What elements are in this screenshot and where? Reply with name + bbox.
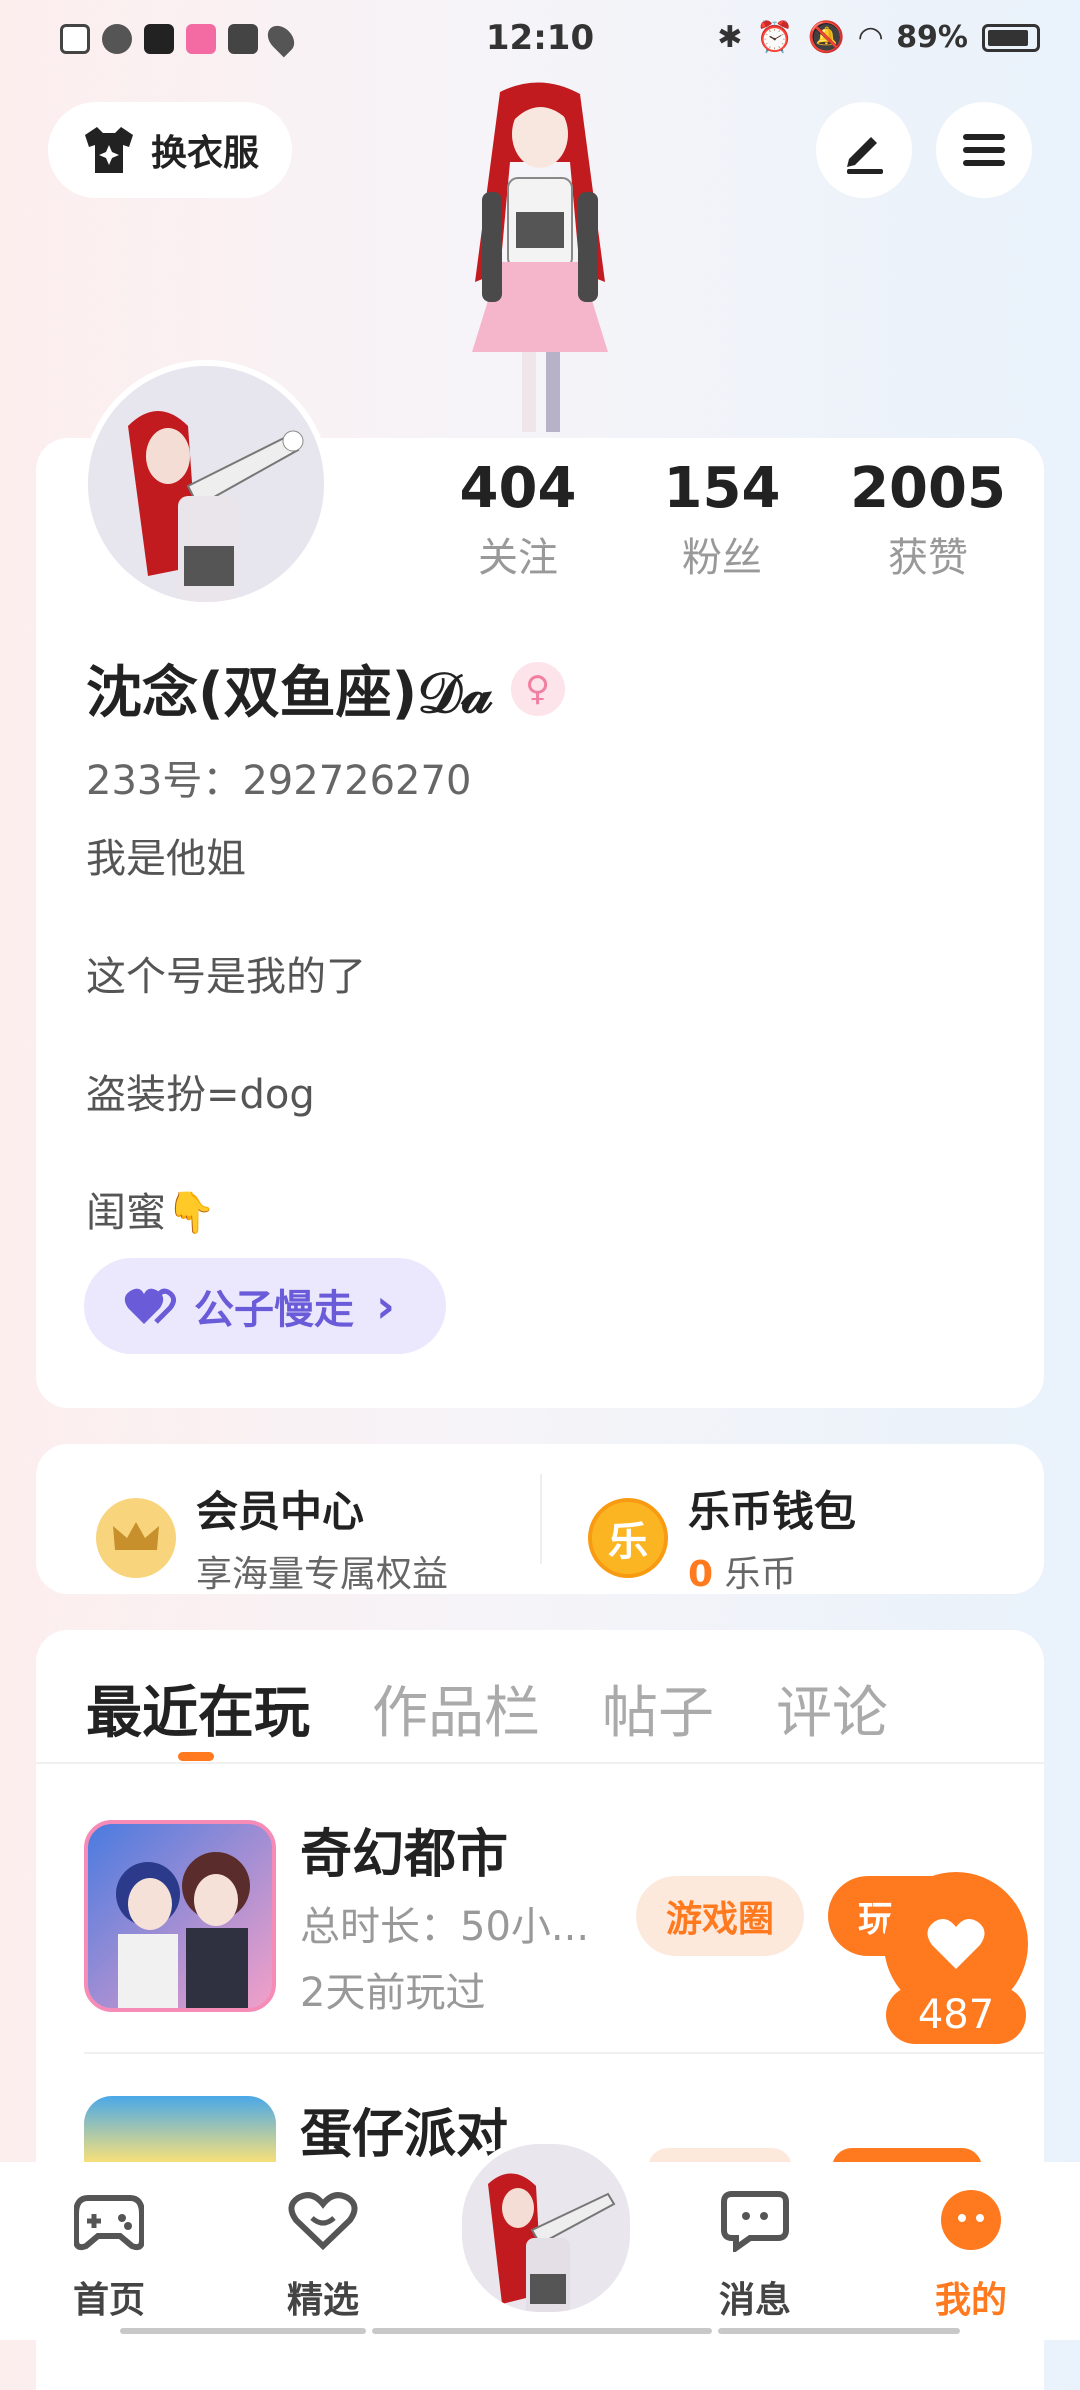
nav-messages[interactable]: 消息 [690, 2190, 820, 2323]
game-duration: 总时长：50小... [300, 1904, 590, 1950]
game-icon[interactable] [84, 1820, 276, 2012]
nav-home[interactable]: 首页 [44, 2190, 174, 2323]
profile-face-icon [941, 2190, 1001, 2250]
nav-me[interactable]: 我的 [906, 2190, 1036, 2323]
relationship-tag[interactable]: 公子慢走 › [84, 1258, 446, 1354]
wallet-amount: 0 [688, 1554, 714, 1595]
coin-wallet[interactable]: 乐 乐币钱包 0 乐币 [588, 1478, 856, 1597]
member-center-subtitle: 享海量专属权益 [196, 1554, 449, 1595]
tab-recent-play[interactable]: 最近在玩 [86, 1668, 310, 1749]
relationship-tag-label: 公子慢走 [194, 1287, 354, 1333]
change-outfit-button[interactable]: 换衣服 [48, 102, 292, 198]
divider [540, 1474, 542, 1564]
hamburger-icon [963, 127, 1005, 173]
female-gender-icon: ♀ [510, 661, 565, 716]
bio-line: 这个号是我的了 [86, 954, 366, 1000]
wallet-unit: 乐币 [713, 1554, 797, 1595]
wifi-icon: ◠ [859, 20, 883, 55]
profile-name-row: 沈念(双鱼座)𝒟𝒶 ♀ [86, 648, 565, 729]
message-icon [721, 2191, 789, 2254]
battery-icon [982, 23, 1040, 52]
tab-indicator [178, 1752, 214, 1761]
bluetooth-icon: ✱ [717, 20, 743, 55]
shirt-icon [84, 127, 133, 173]
avatar-image [88, 366, 324, 602]
menu-button[interactable] [936, 102, 1032, 198]
divider [84, 2052, 1044, 2054]
content-tabs: 最近在玩 作品栏 帖子 评论 [86, 1668, 888, 1749]
member-center[interactable]: 会员中心 享海量专属权益 [96, 1478, 448, 1597]
member-center-title: 会员中心 [196, 1487, 365, 1536]
battery-percent: 89% [896, 20, 968, 55]
following-label: 关注 [478, 535, 558, 581]
bio-line: 盗装扮=dog [86, 1072, 315, 1118]
fans-label: 粉丝 [682, 535, 762, 581]
game-last-played: 2天前玩过 [300, 1970, 486, 2016]
nav-featured[interactable]: 精选 [258, 2190, 388, 2323]
status-bar: 12:10 ✱ ⏰ 🔕 ◠ 89% [0, 0, 1080, 80]
game-circle-button[interactable]: 游戏圈 [636, 1876, 804, 1956]
bio-line: 闺蜜👇 [86, 1190, 216, 1236]
game-title[interactable]: 奇幻都市 [300, 1812, 508, 1887]
likes-count: 2005 [850, 456, 1006, 521]
mute-icon: 🔕 [807, 20, 846, 55]
tab-posts[interactable]: 帖子 [602, 1668, 714, 1749]
edit-profile-button[interactable] [816, 102, 912, 198]
tab-comments[interactable]: 评论 [776, 1668, 888, 1749]
chevron-right-icon: › [376, 1279, 395, 1333]
fans-count: 154 [663, 456, 781, 521]
nav-messages-label: 消息 [718, 2280, 791, 2321]
profile-name: 沈念(双鱼座)𝒟𝒶 [86, 661, 493, 726]
center-avatar-button[interactable] [456, 2138, 636, 2318]
likes-label: 获赞 [888, 535, 968, 581]
nav-me-label: 我的 [934, 2280, 1007, 2321]
game-icon[interactable] [84, 2096, 276, 2162]
alarm-icon: ⏰ [756, 20, 794, 55]
heart-icon [927, 1918, 985, 1969]
tab-works[interactable]: 作品栏 [372, 1668, 540, 1749]
double-heart-icon [124, 1288, 176, 1324]
avatar-image [462, 2144, 630, 2312]
user-id[interactable]: 233号：292726270 [86, 748, 471, 806]
avatar-character[interactable] [430, 82, 650, 440]
nav-home-label: 首页 [72, 2280, 145, 2321]
stat-fans[interactable]: 154 粉丝 [642, 456, 802, 583]
gamepad-icon [73, 2195, 145, 2251]
stat-following[interactable]: 404 关注 [438, 456, 598, 583]
following-count: 404 [459, 456, 577, 521]
change-outfit-label: 换衣服 [150, 133, 259, 174]
gesture-bar [718, 2328, 960, 2334]
nav-featured-label: 精选 [286, 2280, 359, 2321]
crown-icon [96, 1497, 176, 1578]
gesture-bar [120, 2328, 366, 2334]
pencil-icon [847, 137, 883, 174]
heart-chat-icon [288, 2192, 358, 2251]
coin-icon: 乐 [588, 1497, 668, 1578]
game-title[interactable]: 蛋仔派对 [300, 2092, 508, 2167]
bio-line: 我是他姐 [86, 836, 246, 882]
avatar[interactable] [82, 360, 330, 608]
divider [36, 1762, 1044, 1764]
like-count: 487 [886, 1986, 1026, 2044]
gesture-bar [372, 2328, 712, 2334]
wallet-title: 乐币钱包 [688, 1487, 857, 1536]
status-icons-right: ✱ ⏰ 🔕 ◠ 89% [717, 20, 1040, 55]
stat-likes[interactable]: 2005 获赞 [848, 456, 1008, 583]
